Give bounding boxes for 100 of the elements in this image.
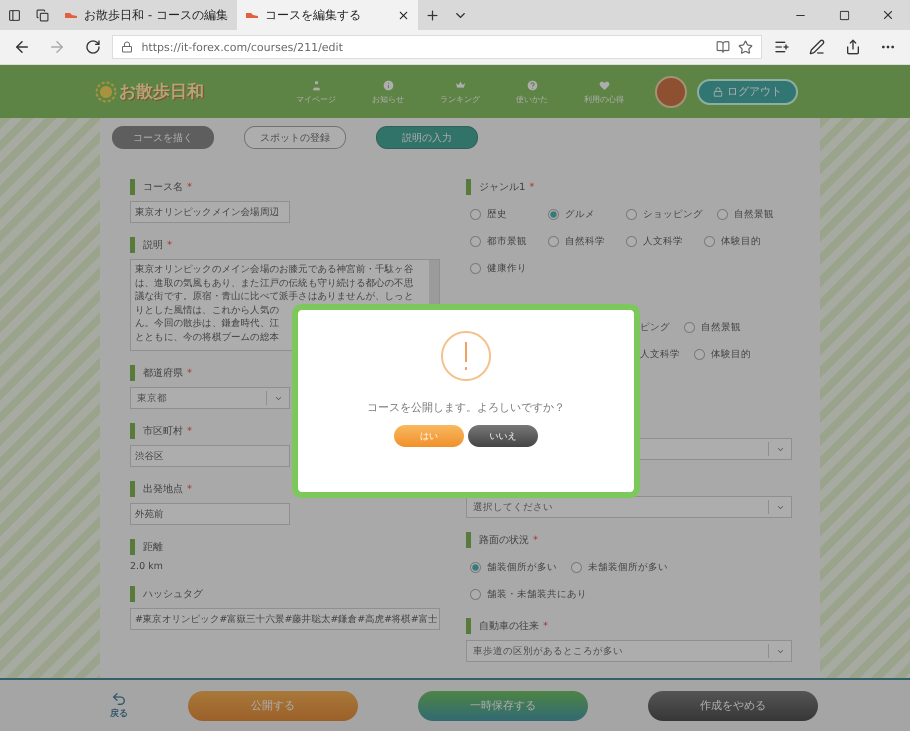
back-button[interactable]: 戻る [110, 691, 128, 720]
label-marker [466, 532, 471, 548]
radio-button[interactable] [684, 322, 695, 333]
option-label: 舗装・未舗装共にあり [487, 588, 587, 601]
lock-icon [121, 41, 134, 53]
required-mark: * [529, 182, 534, 192]
exclamation-icon [440, 330, 492, 382]
required-mark: * [533, 534, 538, 546]
action-button[interactable]: 一時保存する [418, 690, 588, 720]
nav-item[interactable]: 使いかた [501, 78, 563, 104]
radio-button[interactable] [571, 562, 582, 573]
radio-button[interactable] [470, 209, 481, 220]
close-icon[interactable] [881, 8, 895, 22]
label-marker [466, 618, 471, 634]
label-marker [466, 179, 471, 195]
label-marker [130, 179, 135, 195]
field-label: 説明 [143, 238, 163, 252]
required-mark: * [543, 620, 548, 632]
option-label: 体験目的 [721, 235, 761, 248]
step-tab[interactable]: 説明の入力 [376, 126, 478, 149]
radio-button[interactable] [704, 236, 715, 247]
option-label: 人文科学 [643, 235, 683, 248]
option-label: 自然景観 [701, 321, 741, 334]
distance-text: 2.0 km [130, 561, 164, 572]
radio-button[interactable] [470, 236, 481, 247]
tabs-aside-icon[interactable] [36, 8, 48, 22]
field-label: 路面の状況 [479, 534, 529, 547]
required-mark: * [187, 368, 192, 378]
favorites-icon[interactable] [774, 39, 790, 55]
dialog-button[interactable]: いいえ [468, 425, 538, 447]
tab-list-icon[interactable] [8, 8, 20, 22]
option-label: ピング [640, 321, 670, 334]
step-tab[interactable]: スポットの登録 [244, 126, 346, 149]
select-field[interactable]: 車歩道の区別があるところが多い [466, 640, 792, 662]
label-marker [130, 539, 135, 555]
sun-icon [95, 80, 117, 102]
option-label: 体験目的 [711, 348, 751, 361]
new-tab-icon[interactable] [424, 8, 440, 22]
action-button[interactable]: 作成をやめる [648, 690, 818, 720]
option-label: 舗装個所が多い [487, 561, 557, 574]
radio-button[interactable] [548, 209, 559, 220]
reading-view-icon[interactable] [716, 40, 730, 54]
browser-tab[interactable]: お散歩日和 - コースの編集 [56, 0, 237, 30]
heart-icon [598, 78, 610, 92]
radio-button[interactable] [470, 562, 481, 573]
input-field[interactable]: 外苑前 [130, 503, 290, 525]
info-icon [382, 78, 394, 92]
radio-button[interactable] [717, 209, 728, 220]
select-field[interactable]: 東京都 [130, 387, 290, 409]
help-icon [526, 78, 538, 92]
label-marker [130, 237, 135, 253]
label-marker [130, 586, 135, 602]
action-button[interactable]: 公開する [188, 690, 358, 720]
required-mark: * [187, 426, 192, 436]
required-mark: * [167, 240, 172, 250]
maximize-icon[interactable] [838, 10, 850, 20]
nav-item[interactable]: お知らせ [357, 78, 419, 104]
input-field[interactable]: 東京オリンピックメイン会場周辺 [130, 201, 290, 223]
star-icon[interactable] [738, 40, 754, 54]
refresh-icon[interactable] [84, 39, 101, 55]
option-label: 未舗装個所が多い [588, 561, 668, 574]
option-label: 人文科学 [640, 348, 680, 361]
select-field[interactable]: 選択してください [466, 496, 792, 518]
option-label: 都市景観 [487, 235, 527, 248]
option-label: 自然科学 [565, 235, 605, 248]
close-icon[interactable] [397, 8, 410, 22]
input-field[interactable]: #東京オリンピック#富嶽三十六景#藤井聡太#鎌倉#高虎#将棋#富士 [130, 608, 440, 630]
shoe-icon [245, 10, 259, 20]
option-label: グルメ [565, 208, 595, 221]
logout-button[interactable]: ログアウト [697, 78, 798, 104]
field-label: 自動車の往来 [479, 620, 539, 633]
radio-button[interactable] [548, 236, 559, 247]
share-icon[interactable] [844, 39, 861, 55]
radio-button[interactable] [626, 209, 637, 220]
required-mark: * [187, 182, 192, 192]
step-tab[interactable]: コースを描く [112, 126, 214, 149]
radio-button[interactable] [470, 589, 481, 600]
shoe-icon [64, 10, 78, 20]
option-label: 歴史 [487, 208, 507, 221]
lock-icon [713, 86, 723, 96]
option-label: ショッピング [643, 208, 703, 221]
radio-button[interactable] [626, 236, 637, 247]
field-label: ジャンル1 [479, 181, 526, 194]
radio-button[interactable] [470, 263, 481, 274]
field-label: 距離 [143, 541, 163, 554]
field-label: 都道府県 [143, 366, 183, 380]
option-label: 自然景観 [734, 208, 774, 221]
required-mark: * [187, 484, 192, 494]
pen-icon[interactable] [809, 39, 826, 55]
dialog-message: コースを公開します。よろしいですか？ [367, 400, 565, 415]
label-marker [130, 423, 135, 439]
field-label: 市区町村 [143, 424, 183, 438]
address-field[interactable]: https://it-forex.com/courses/211/edit [112, 35, 762, 59]
input-field[interactable]: 渋谷区 [130, 445, 290, 467]
browser-tab[interactable]: コースを編集する [237, 0, 418, 30]
radio-button[interactable] [694, 349, 705, 360]
dialog-button[interactable]: はい [394, 425, 464, 447]
label-marker [130, 365, 135, 381]
return-arrow-icon [111, 691, 127, 707]
field-label: コース名 [143, 181, 183, 194]
